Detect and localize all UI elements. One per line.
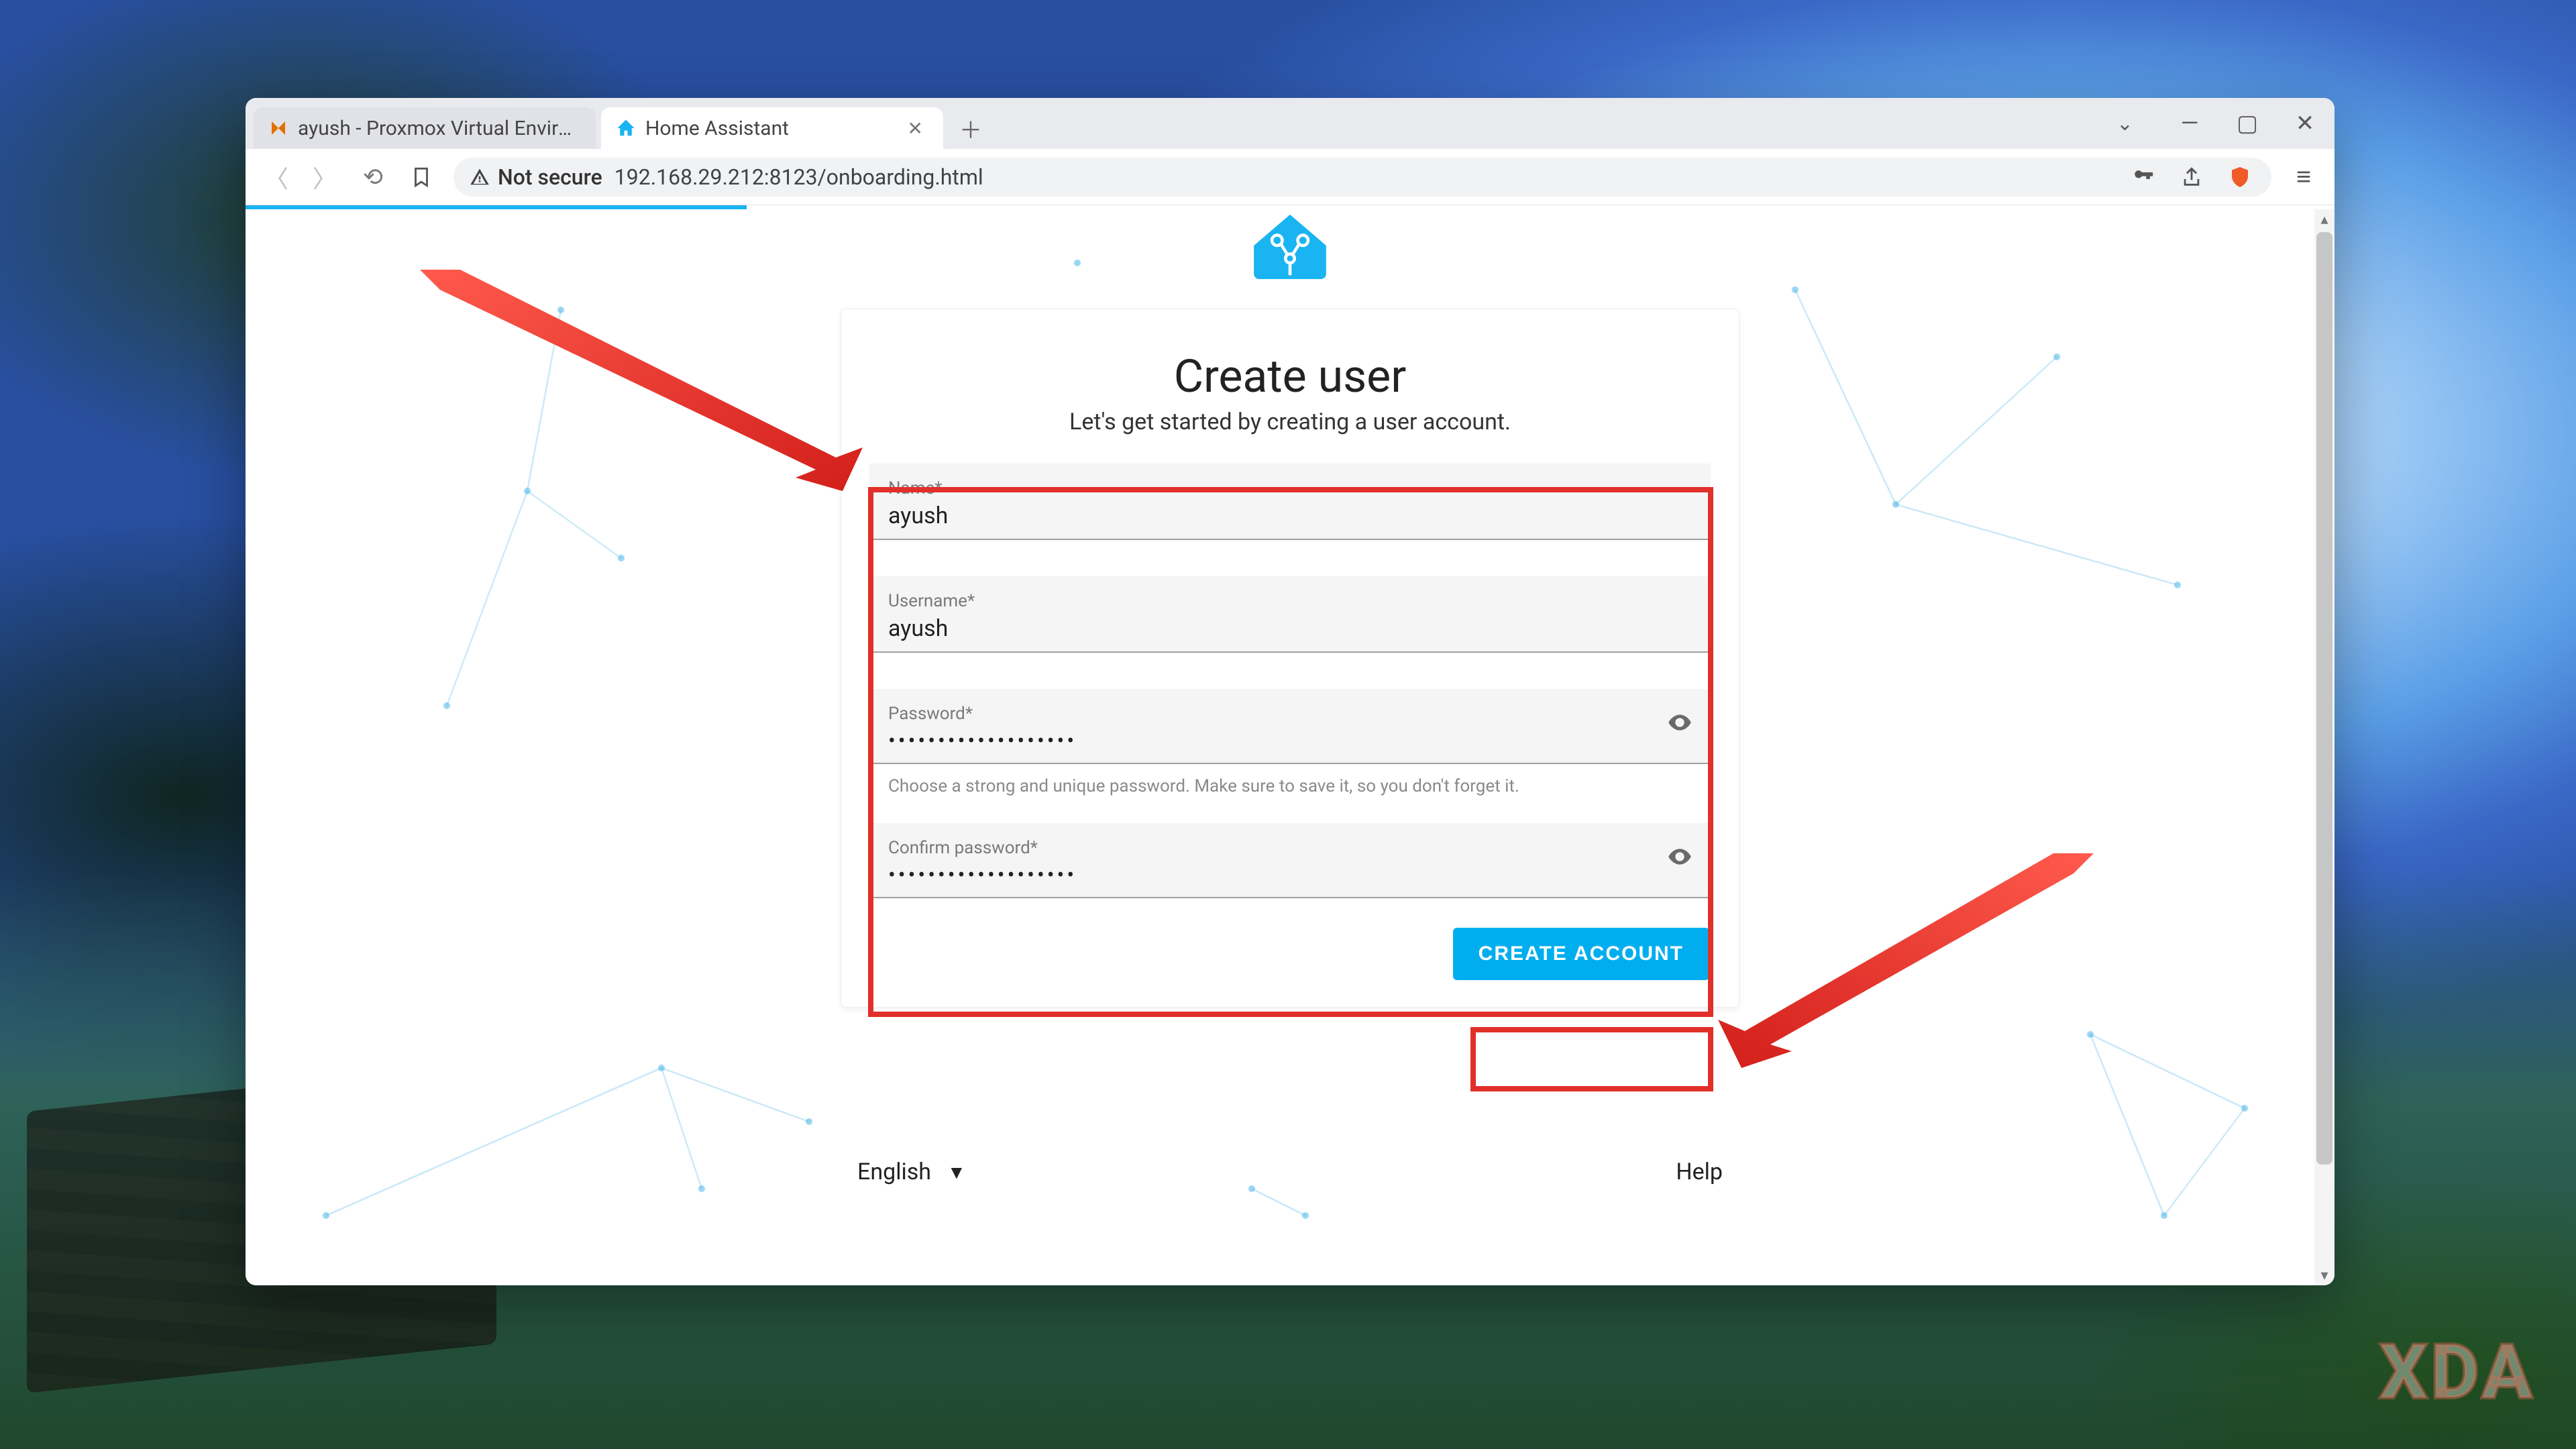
- home-assistant-logo: [1250, 212, 1330, 279]
- tab-close-icon[interactable]: ✕: [902, 115, 928, 142]
- browser-window: ayush - Proxmox Virtual Environme Home A…: [246, 98, 2334, 1285]
- name-input[interactable]: [888, 498, 1692, 531]
- create-account-button[interactable]: CREATE ACCOUNT: [1453, 928, 1709, 980]
- tab-proxmox[interactable]: ayush - Proxmox Virtual Environme: [254, 107, 596, 149]
- password-input[interactable]: •••••••••••••••••••: [888, 724, 1692, 755]
- toggle-password-visibility-icon[interactable]: [1666, 709, 1693, 743]
- home-assistant-icon: [616, 118, 636, 138]
- scrollbar-thumb[interactable]: [2316, 232, 2332, 1165]
- security-status[interactable]: Not secure: [470, 164, 602, 190]
- dropdown-caret-icon: ▼: [947, 1161, 966, 1183]
- tab-title: Home Assistant: [645, 117, 893, 140]
- help-link[interactable]: Help: [1676, 1159, 1723, 1185]
- password-hint: Choose a strong and unique password. Mak…: [888, 776, 1692, 796]
- form-fields: Name* Username* Password* ••••••••••••••…: [869, 464, 1711, 898]
- onboarding-footer: English ▼ Help: [857, 1159, 1723, 1185]
- xda-watermark: XDA: [2380, 1329, 2536, 1415]
- page-viewport: Create user Let's get started by creatin…: [246, 209, 2334, 1285]
- password-field[interactable]: Password* •••••••••••••••••••: [869, 689, 1711, 764]
- security-label: Not secure: [498, 164, 602, 190]
- password-label: Password*: [888, 704, 1692, 724]
- annotation-arrow-to-button: [1718, 853, 2094, 1068]
- scroll-down-icon[interactable]: ▾: [2314, 1265, 2334, 1285]
- onboarding-card: Create user Let's get started by creatin…: [841, 309, 1739, 1008]
- vertical-scrollbar[interactable]: ▴ ▾: [2314, 209, 2334, 1285]
- language-label: English: [857, 1159, 931, 1185]
- key-icon[interactable]: [2128, 162, 2159, 193]
- toggle-confirm-visibility-icon[interactable]: [1666, 843, 1693, 877]
- tab-strip: ayush - Proxmox Virtual Environme Home A…: [246, 98, 2334, 149]
- username-label: Username*: [888, 591, 1692, 611]
- new-tab-button[interactable]: ＋: [955, 113, 986, 144]
- url-text: 192.168.29.212:8123/onboarding.html: [614, 164, 2116, 190]
- window-maximize-button[interactable]: ▢: [2229, 105, 2266, 142]
- bookmark-button[interactable]: [405, 161, 437, 193]
- nav-back-button[interactable]: 〈: [260, 161, 292, 193]
- scroll-up-icon[interactable]: ▴: [2314, 209, 2334, 229]
- username-input[interactable]: [888, 611, 1692, 643]
- warning-icon: [470, 167, 490, 187]
- proxmox-icon: [268, 118, 288, 138]
- tab-list-dropdown-icon[interactable]: ⌄: [2116, 112, 2133, 136]
- name-label: Name*: [888, 478, 1692, 498]
- name-field[interactable]: Name*: [869, 464, 1711, 540]
- confirm-password-input[interactable]: •••••••••••••••••••: [888, 858, 1692, 889]
- username-field[interactable]: Username*: [869, 576, 1711, 653]
- browser-menu-button[interactable]: ≡: [2288, 161, 2320, 193]
- nav-forward-button[interactable]: 〉: [309, 161, 341, 193]
- browser-toolbar: 〈 〉 ⟲ Not secure 192.168.29.212:8123/onb…: [246, 149, 2334, 205]
- nav-reload-button[interactable]: ⟲: [357, 161, 389, 193]
- tab-title: ayush - Proxmox Virtual Environme: [298, 117, 581, 140]
- language-picker[interactable]: English ▼: [857, 1159, 966, 1185]
- confirm-password-field[interactable]: Confirm password* •••••••••••••••••••: [869, 823, 1711, 898]
- page-title: Create user: [841, 350, 1739, 403]
- share-icon[interactable]: [2176, 162, 2207, 193]
- annotation-highlight-button: [1470, 1027, 1713, 1091]
- address-bar[interactable]: Not secure 192.168.29.212:8123/onboardin…: [453, 158, 2271, 197]
- brave-shield-icon[interactable]: [2224, 162, 2255, 193]
- annotation-arrow-to-form: [420, 270, 863, 491]
- confirm-password-label: Confirm password*: [888, 838, 1692, 858]
- window-close-button[interactable]: ✕: [2286, 105, 2324, 142]
- tab-home-assistant[interactable]: Home Assistant ✕: [601, 107, 943, 149]
- window-minimize-button[interactable]: ―: [2171, 105, 2208, 142]
- page-subtitle: Let's get started by creating a user acc…: [841, 409, 1739, 435]
